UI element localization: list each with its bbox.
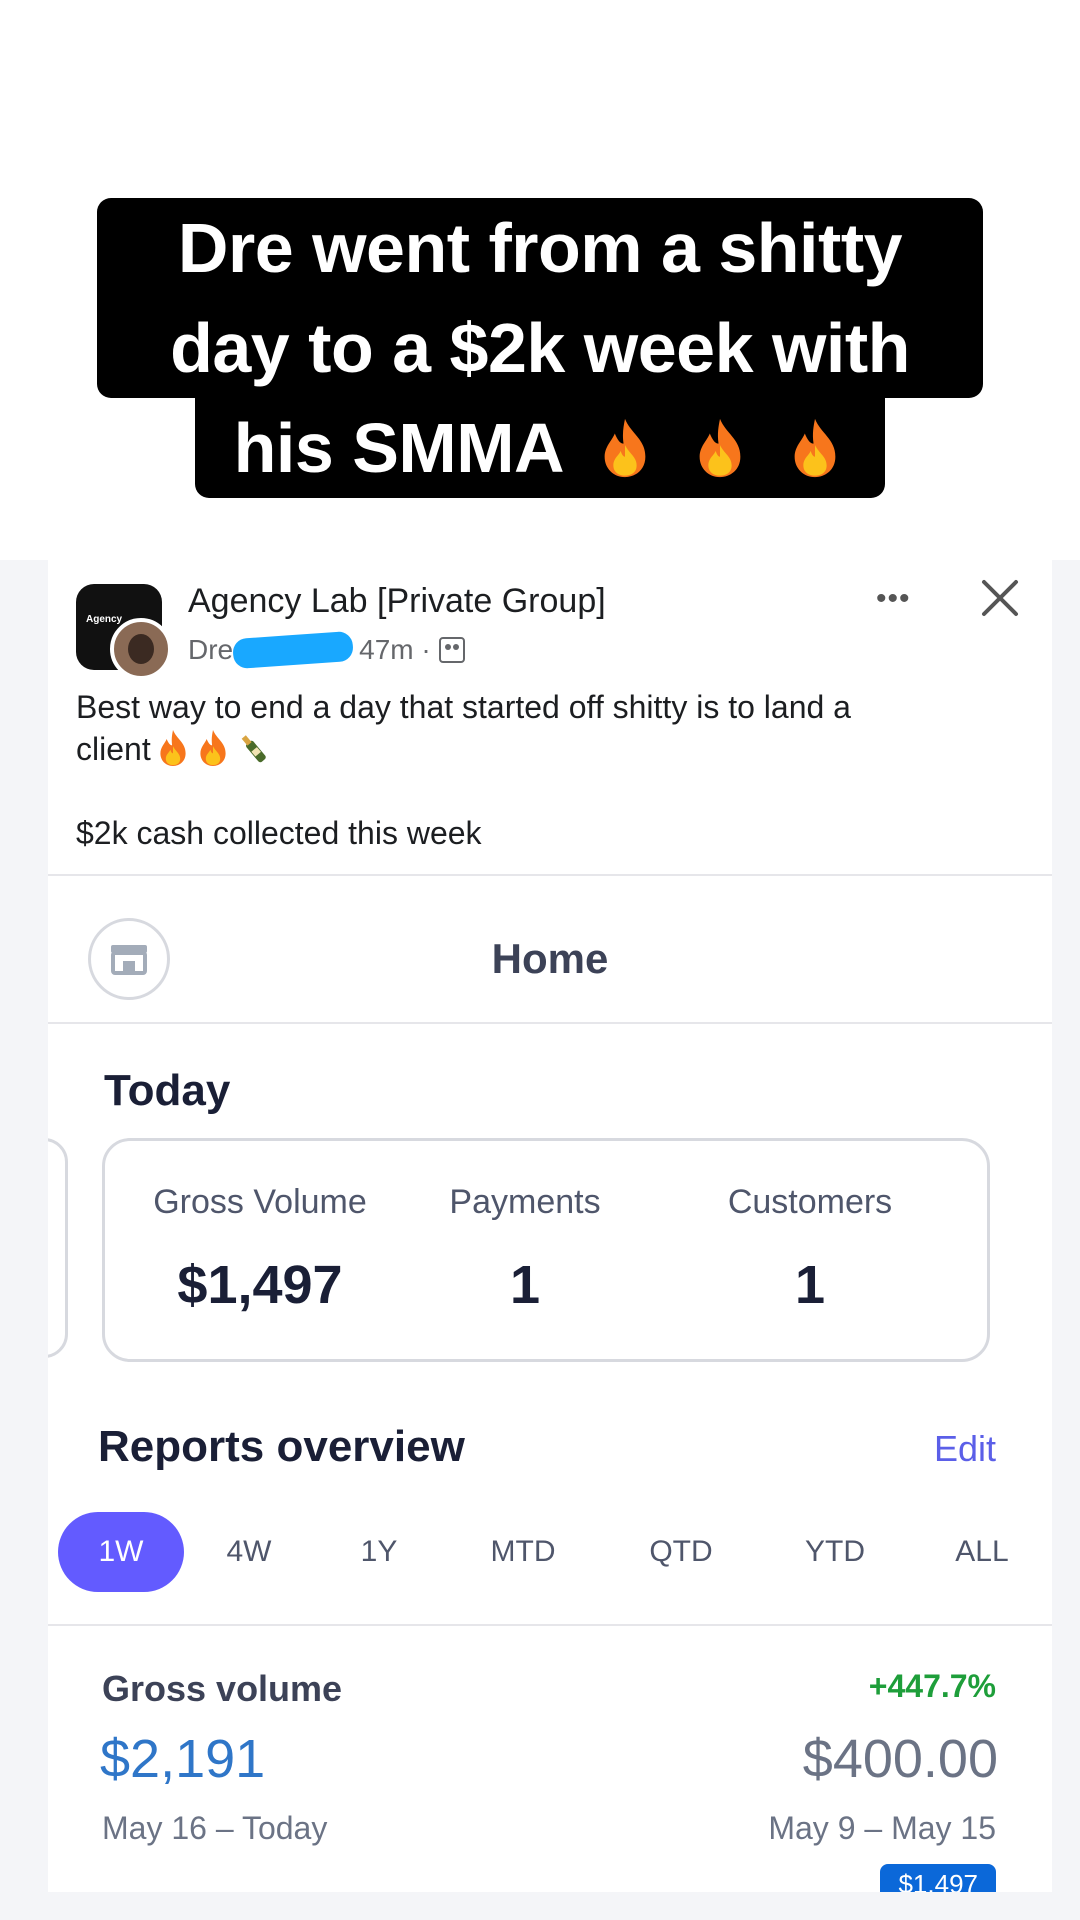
avatar-face	[128, 634, 154, 664]
champagne-bottle-icon	[241, 735, 266, 763]
fire-emoji-icon	[200, 730, 226, 766]
group-logo-text: Agency	[86, 614, 123, 625]
post-body: Best way to end a day that started off s…	[76, 686, 1016, 854]
private-group-icon	[438, 637, 465, 663]
stat-customers: Customers 1	[695, 1141, 925, 1316]
post-meta: Dre 47m ·	[188, 630, 465, 670]
gross-volume-range: May 16 – Today	[102, 1810, 328, 1846]
group-name-link[interactable]: Agency Lab [Private Group]	[188, 582, 606, 621]
gross-volume-previous-value: $400.00	[802, 1729, 998, 1789]
stat-payments: Payments 1	[425, 1141, 625, 1316]
edit-button[interactable]: Edit	[934, 1428, 996, 1470]
post-text-line-3: $2k cash collected this week	[76, 815, 482, 851]
caption-line-3-text: his SMMA	[233, 409, 562, 487]
stat-label: Customers	[727, 1183, 893, 1221]
fire-emoji-icon	[605, 418, 646, 478]
redaction-mark	[232, 630, 355, 670]
previous-stats-card[interactable]	[48, 1138, 68, 1358]
fire-emoji-icon	[700, 418, 741, 478]
tab-ytd[interactable]: YTD	[780, 1512, 890, 1592]
tab-qtd[interactable]: QTD	[626, 1512, 736, 1592]
gross-volume-value: $2,191	[100, 1729, 266, 1789]
app-title: Home	[491, 935, 609, 982]
story-caption: Dre went from a shitty day to a $2k week…	[0, 198, 1080, 498]
period-tabs: 1W 4W 1Y MTD QTD YTD ALL	[48, 1512, 1052, 1592]
gross-volume-previous-range: May 9 – May 15	[768, 1810, 996, 1846]
caption-line-2: day to a $2k week with	[97, 298, 983, 398]
facebook-post: Agency Agency Lab [Private Group] Dre 47…	[48, 552, 1052, 872]
caption-line-1: Dre went from a shitty	[97, 198, 983, 298]
stat-gross-volume: Gross Volume $1,497	[145, 1141, 375, 1316]
stat-value: 1	[794, 1255, 826, 1315]
tab-1y[interactable]: 1Y	[334, 1512, 424, 1592]
gross-volume-change: +447.7%	[868, 1668, 996, 1704]
gross-volume-label: Gross volume	[102, 1668, 343, 1709]
caption-line-3: his SMMA	[195, 398, 885, 498]
post-screenshot-card: Agency Agency Lab [Private Group] Dre 47…	[48, 552, 1052, 1892]
today-heading: Today	[104, 1066, 231, 1115]
stat-label: Gross Volume	[153, 1183, 367, 1221]
author-name[interactable]: Dre	[188, 634, 233, 666]
tab-mtd[interactable]: MTD	[468, 1512, 578, 1592]
app-header: Home	[48, 874, 1052, 1024]
post-time: 47m ·	[359, 634, 431, 665]
app-header-divider	[48, 1022, 1052, 1024]
tab-1w[interactable]: 1W	[58, 1512, 184, 1592]
stat-value: 1	[509, 1255, 541, 1315]
chart-tooltip-badge: $1,497	[880, 1864, 996, 1892]
post-text-line-1: Best way to end a day that started off s…	[76, 689, 851, 725]
reports-overview-heading: Reports overview	[98, 1422, 465, 1471]
stat-value: $1,497	[177, 1255, 343, 1315]
more-options-icon[interactable]: •••	[876, 582, 926, 615]
user-avatar[interactable]	[110, 618, 172, 680]
tab-all[interactable]: ALL	[932, 1512, 1032, 1592]
today-stats-card[interactable]: Gross Volume $1,497 Payments 1 Customers…	[102, 1138, 990, 1362]
fire-emoji-icon	[160, 730, 186, 766]
post-text-line-2: client	[76, 731, 151, 767]
tab-4w[interactable]: 4W	[204, 1512, 294, 1592]
close-icon[interactable]	[978, 576, 1022, 620]
gross-volume-report[interactable]: Gross volume +447.7% $2,191 $400.00 May …	[48, 1624, 1052, 1892]
fire-emoji-icon	[794, 418, 836, 478]
stat-label: Payments	[449, 1183, 601, 1221]
